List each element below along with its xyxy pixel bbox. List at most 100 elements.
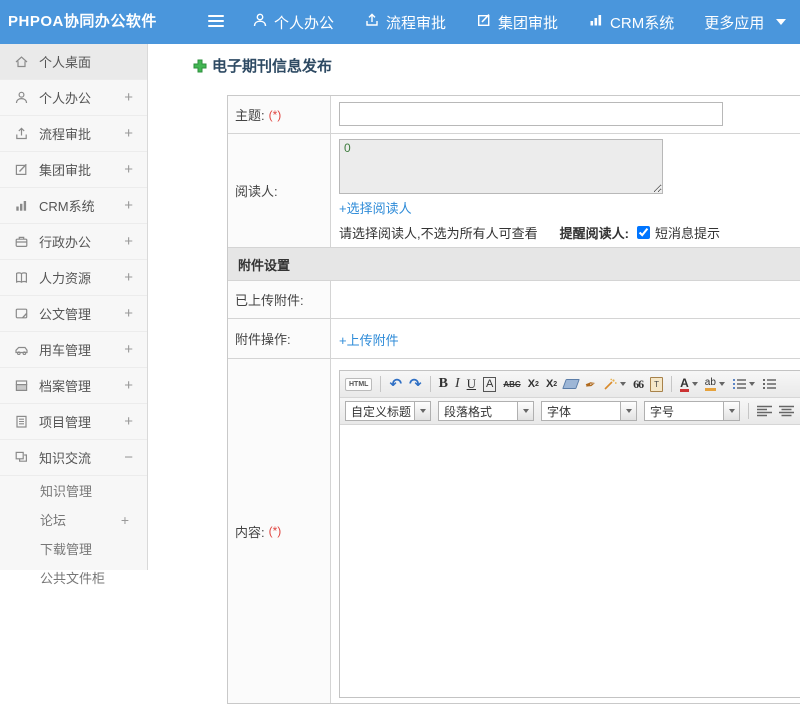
top-navigation: 个人办公 流程审批 集团审批 CRM系统 更多应用 <box>252 0 787 44</box>
font-family-select[interactable]: 字体 <box>541 401 637 421</box>
font-color-icon[interactable]: A <box>680 377 698 392</box>
format-brush-icon[interactable]: ✒ <box>583 375 597 392</box>
dropdown-caret-icon <box>620 402 636 420</box>
sidebar-subitem-label: 论坛 <box>40 513 67 528</box>
topbar: PHPOA协同办公软件 个人办公 流程审批 集团审批 CRM系统 更多应用 <box>0 0 800 44</box>
sidebar-item-crm[interactable]: CRM系统 + <box>0 188 147 224</box>
sidebar-subitem-public-file-cabinet[interactable]: 公共文件柜 <box>0 563 147 592</box>
bold-icon[interactable]: B <box>439 376 448 392</box>
caret-down-icon <box>776 19 787 25</box>
sidebar-item-knowledge-exchange[interactable]: 知识交流 − <box>0 440 147 476</box>
expand-toggle[interactable]: + <box>121 512 129 528</box>
paragraph-select[interactable]: 段落格式 <box>438 401 534 421</box>
sms-remind-checkbox[interactable] <box>636 226 650 239</box>
readers-textarea[interactable]: 0 <box>339 139 663 194</box>
sidebar-item-label: 集团审批 <box>39 163 92 178</box>
nav-crm-system[interactable]: CRM系统 <box>588 12 674 33</box>
strikethrough-icon[interactable]: ABC <box>503 380 520 389</box>
sidebar-item-label: 个人桌面 <box>39 55 92 70</box>
subscript-icon[interactable]: X2 <box>546 378 557 390</box>
home-icon <box>14 54 30 70</box>
undo-icon[interactable]: ↶ <box>389 377 402 392</box>
person-icon <box>14 90 30 106</box>
sidebar-item-personal-office[interactable]: 个人办公 + <box>0 80 147 116</box>
blockquote-icon[interactable]: 66 <box>633 377 644 392</box>
font-box-icon[interactable]: A <box>483 376 497 392</box>
attachment-section-header: 附件设置 <box>228 248 800 281</box>
expand-toggle[interactable]: + <box>124 161 133 178</box>
ordered-list-icon[interactable] <box>732 378 755 390</box>
eraser-icon[interactable] <box>562 379 581 389</box>
uploaded-attachments-row: 已上传附件: <box>228 281 800 319</box>
sidebar-subitem-download-mgmt[interactable]: 下载管理 <box>0 534 147 563</box>
upload-attachment-link[interactable]: +上传附件 <box>339 330 399 349</box>
expand-toggle[interactable]: + <box>124 125 133 142</box>
remind-readers-label: 提醒阅读人: <box>559 226 629 241</box>
nav-process-approval[interactable]: 流程审批 <box>364 12 446 33</box>
hamburger-menu-icon[interactable] <box>208 15 226 29</box>
unordered-list-icon[interactable] <box>762 378 776 390</box>
highlight-color-icon[interactable]: ab <box>704 377 725 391</box>
html-source-button[interactable]: HTML <box>345 377 373 391</box>
sidebar-item-document-mgmt[interactable]: 公文管理 + <box>0 296 147 332</box>
expand-toggle[interactable]: + <box>124 89 133 106</box>
nav-more-apps[interactable]: 更多应用 <box>704 12 787 33</box>
page-title: 电子期刊信息发布 <box>193 55 332 76</box>
sidebar-item-group-approval[interactable]: 集团审批 + <box>0 152 147 188</box>
readers-row: 阅读人: 0 +选择阅读人 请选择阅读人,不选为所有人可查看 提醒阅读人: 短消… <box>228 134 800 248</box>
nav-personal-office[interactable]: 个人办公 <box>252 12 334 33</box>
expand-toggle[interactable]: + <box>124 233 133 250</box>
paste-text-icon[interactable]: T <box>650 376 664 392</box>
align-center-icon[interactable] <box>779 405 794 417</box>
sidebar-item-label: 人力资源 <box>39 271 92 286</box>
sidebar-item-project-mgmt[interactable]: 项目管理 + <box>0 404 147 440</box>
dropdown-caret-icon <box>723 402 739 420</box>
sidebar-item-label: CRM系统 <box>39 199 95 214</box>
dropdown-caret-icon <box>620 382 627 386</box>
italic-icon[interactable]: I <box>455 376 460 392</box>
subject-input[interactable] <box>339 102 723 126</box>
expand-toggle[interactable]: − <box>124 449 133 466</box>
expand-toggle[interactable]: + <box>124 341 133 358</box>
sidebar-subitem-knowledge-mgmt[interactable]: 知识管理 <box>0 476 147 505</box>
sidebar-item-process-approval[interactable]: 流程审批 + <box>0 116 147 152</box>
expand-toggle[interactable]: + <box>124 305 133 322</box>
nav-label: 个人办公 <box>274 14 335 32</box>
process-icon <box>14 126 30 142</box>
editor-toolbar-row1: HTML ↶ ↷ B I U A ABC X2 X2 ✒ 66 T A ab <box>340 371 800 398</box>
readers-label: 阅读人: <box>228 134 331 247</box>
person-icon <box>252 12 268 32</box>
font-size-select[interactable]: 字号 <box>644 401 740 421</box>
heading-select[interactable]: 自定义标题 <box>345 401 431 421</box>
notebook-icon <box>14 414 30 430</box>
select-readers-link[interactable]: +选择阅读人 <box>339 198 412 217</box>
align-left-icon[interactable] <box>757 405 772 417</box>
publish-form: 主题: (*) 阅读人: 0 +选择阅读人 请选择阅读人,不选为所有人可查看 提… <box>227 95 800 704</box>
autoformat-wand-icon[interactable] <box>603 378 627 391</box>
expand-toggle[interactable]: + <box>124 377 133 394</box>
superscript-icon[interactable]: X2 <box>528 378 539 390</box>
sidebar-item-personal-desktop[interactable]: 个人桌面 <box>0 44 147 80</box>
sidebar-item-archive-mgmt[interactable]: 档案管理 + <box>0 368 147 404</box>
content-label: 内容: (*) <box>228 359 331 703</box>
dropdown-caret-icon <box>748 382 755 386</box>
dropdown-caret-icon <box>414 402 430 420</box>
expand-toggle[interactable]: + <box>124 413 133 430</box>
sidebar-item-hr[interactable]: 人力资源 + <box>0 260 147 296</box>
editor-content-area[interactable] <box>340 425 800 697</box>
underline-icon[interactable]: U <box>467 376 476 392</box>
required-mark: (*) <box>268 107 282 122</box>
redo-icon[interactable]: ↷ <box>409 377 422 392</box>
expand-toggle[interactable]: + <box>124 197 133 214</box>
sidebar-item-label: 行政办公 <box>39 235 92 250</box>
sidebar-item-vehicle-mgmt[interactable]: 用车管理 + <box>0 332 147 368</box>
app-logo: PHPOA协同办公软件 <box>8 13 157 30</box>
dropdown-caret-icon <box>517 402 533 420</box>
sidebar-item-label: 流程审批 <box>39 127 92 142</box>
editor-toolbar-row2: 自定义标题 段落格式 字体 字号 <box>340 398 800 425</box>
readers-hint-line: 请选择阅读人,不选为所有人可查看 提醒阅读人: 短消息提示 <box>339 223 800 242</box>
expand-toggle[interactable]: + <box>124 269 133 286</box>
sidebar-item-admin-office[interactable]: 行政办公 + <box>0 224 147 260</box>
nav-group-approval[interactable]: 集团审批 <box>476 12 558 33</box>
sidebar-subitem-forum[interactable]: 论坛 + <box>0 505 147 534</box>
